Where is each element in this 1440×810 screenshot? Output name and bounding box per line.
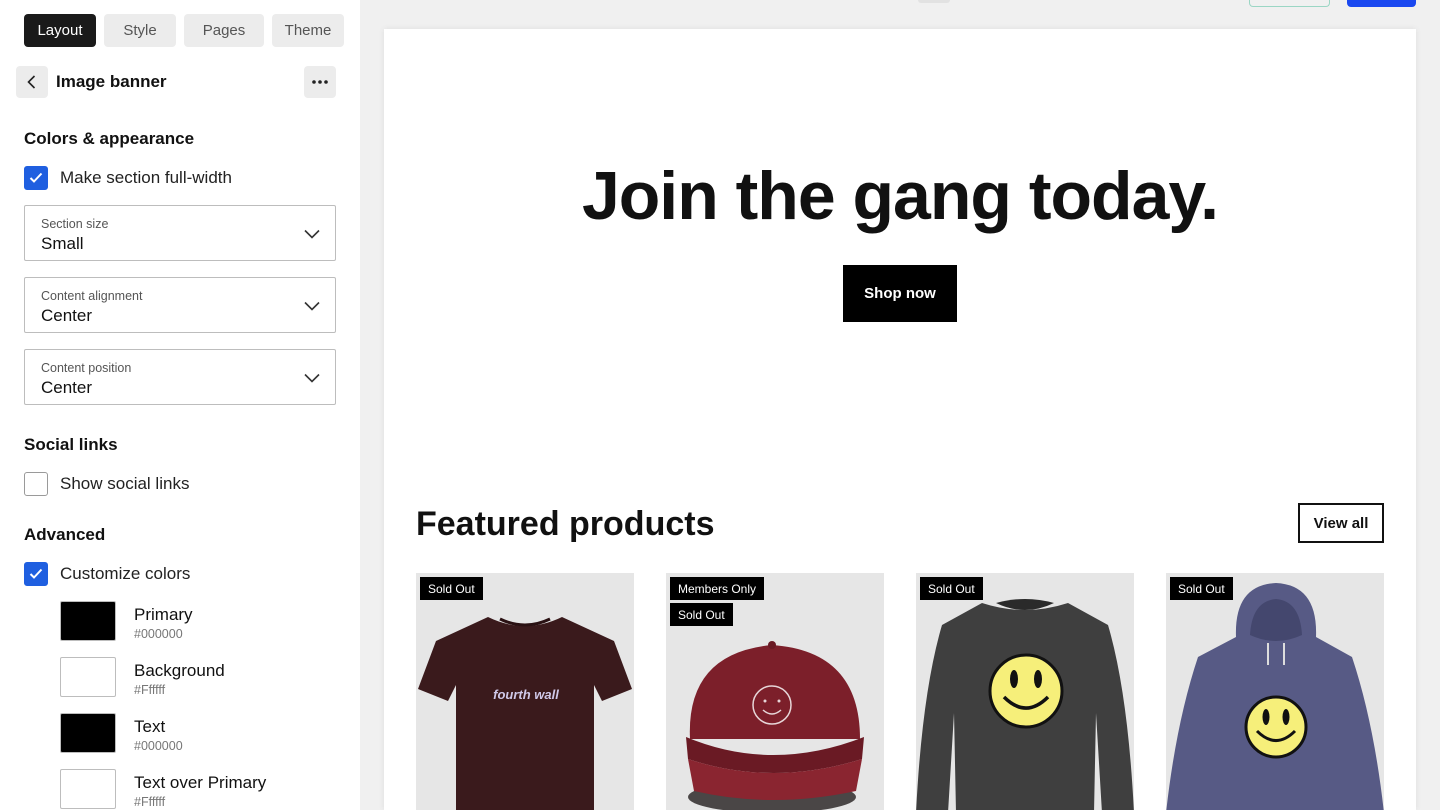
checkmark-icon — [29, 568, 43, 579]
panel-header: Image banner — [16, 66, 336, 98]
sold-out-badge: Sold Out — [420, 577, 483, 600]
view-all-button[interactable]: View all — [1298, 503, 1384, 543]
settings-sidebar: Layout Style Pages Theme Image banner Co… — [0, 0, 360, 810]
color-hex: #000000 — [134, 627, 183, 641]
color-name: Text — [134, 717, 166, 736]
sold-out-badge: Sold Out — [1170, 577, 1233, 600]
product-card[interactable]: fourth wall Sold Out — [416, 573, 634, 810]
toolbar-secondary-button[interactable] — [1249, 0, 1330, 7]
color-text[interactable]: Text #000000 — [60, 713, 330, 753]
customize-colors-option[interactable]: Customize colors — [24, 562, 190, 586]
banner-heading: Join the gang today. — [581, 158, 1219, 234]
customize-colors-label: Customize colors — [60, 564, 191, 583]
color-swatch[interactable] — [60, 657, 116, 697]
tab-layout[interactable]: Layout — [24, 14, 96, 47]
chevron-down-icon — [304, 301, 320, 311]
color-swatch[interactable] — [60, 601, 116, 641]
t-shirt-image: fourth wall — [418, 617, 632, 810]
colors-appearance-heading: Colors & appearance — [24, 129, 195, 148]
checkmark-icon — [29, 172, 43, 183]
section-size-select[interactable]: Section size Small — [24, 205, 336, 261]
chevron-down-icon — [304, 229, 320, 239]
hoodie-image — [1166, 583, 1384, 810]
sold-out-badge: Sold Out — [670, 603, 733, 626]
show-social-links-option[interactable]: Show social links — [24, 472, 189, 496]
sweatshirt-image — [916, 599, 1134, 810]
show-social-links-checkbox[interactable] — [24, 472, 48, 496]
advanced-heading: Advanced — [24, 525, 106, 544]
color-hex: #Ffffff — [134, 795, 166, 809]
tab-theme[interactable]: Theme — [272, 14, 344, 47]
content-position-value: Center — [41, 378, 93, 397]
panel-title: Image banner — [56, 72, 167, 91]
featured-products-title: Featured products — [416, 505, 715, 543]
toolbar-control[interactable] — [918, 0, 950, 3]
more-horizontal-icon — [312, 80, 328, 84]
social-links-heading: Social links — [24, 435, 118, 454]
section-size-label: Section size — [41, 217, 109, 231]
content-alignment-value: Center — [41, 306, 93, 325]
content-position-label: Content position — [41, 361, 132, 375]
editor-tabs: Layout Style Pages Theme — [24, 14, 344, 47]
tab-pages[interactable]: Pages — [184, 14, 264, 47]
customize-colors-checkbox[interactable] — [24, 562, 48, 586]
more-options-button[interactable] — [304, 66, 336, 98]
content-alignment-label: Content alignment — [41, 289, 143, 303]
color-primary[interactable]: Primary #000000 — [60, 601, 330, 641]
content-position-select[interactable]: Content position Center — [24, 349, 336, 405]
color-name: Primary — [134, 605, 193, 624]
chevron-left-icon — [27, 75, 36, 89]
chevron-down-icon — [304, 373, 320, 383]
product-card[interactable]: Members Only Sold Out — [666, 573, 884, 810]
show-social-links-label: Show social links — [60, 474, 190, 493]
content-alignment-select[interactable]: Content alignment Center — [24, 277, 336, 333]
members-only-badge: Members Only — [670, 577, 765, 600]
color-hex: #Ffffff — [134, 683, 166, 697]
back-button[interactable] — [16, 66, 48, 98]
color-background[interactable]: Background #Ffffff — [60, 657, 330, 697]
toolbar-primary-button[interactable] — [1347, 0, 1416, 7]
full-width-checkbox[interactable] — [24, 166, 48, 190]
color-name: Background — [134, 661, 225, 680]
color-hex: #000000 — [134, 739, 183, 753]
shirt-print-text: fourth wall — [493, 687, 559, 702]
product-card[interactable]: Sold Out — [1166, 573, 1384, 810]
sold-out-badge: Sold Out — [920, 577, 983, 600]
section-size-value: Small — [41, 234, 84, 253]
color-text-over-primary[interactable]: Text over Primary #Ffffff — [60, 769, 330, 809]
full-width-label: Make section full-width — [60, 168, 232, 187]
shop-now-button[interactable]: Shop now — [843, 265, 957, 322]
store-preview: Join the gang today. Shop now Featured p… — [384, 29, 1416, 810]
color-name: Text over Primary — [134, 773, 267, 792]
color-swatch[interactable] — [60, 713, 116, 753]
full-width-option[interactable]: Make section full-width — [24, 166, 232, 190]
color-swatch[interactable] — [60, 769, 116, 809]
product-card[interactable]: Sold Out — [916, 573, 1134, 810]
tab-style[interactable]: Style — [104, 14, 176, 47]
